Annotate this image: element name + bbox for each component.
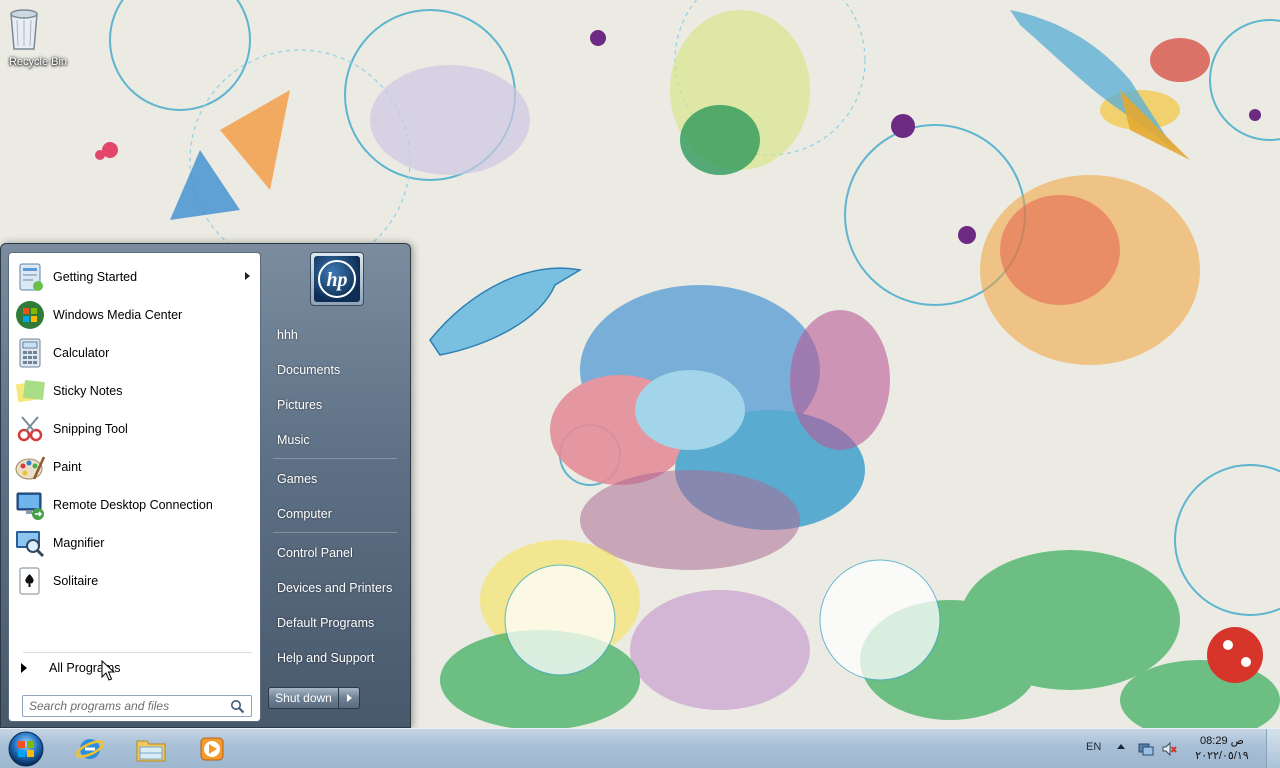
program-label: Remote Desktop Connection — [53, 498, 213, 512]
windows-media-center-icon — [14, 299, 46, 331]
program-label: Solitaire — [53, 574, 99, 588]
link-control-panel[interactable]: Control Panel — [265, 536, 405, 571]
network-icon[interactable] — [1138, 741, 1154, 757]
program-paint[interactable]: Paint — [9, 448, 260, 486]
program-label: Sticky Notes — [53, 384, 123, 398]
program-label: Windows Media Center — [53, 308, 183, 322]
recycle-bin-label: Recycle Bin — [8, 56, 68, 68]
program-magnifier[interactable]: Magnifier — [9, 524, 260, 562]
chevron-right-icon — [347, 694, 352, 702]
all-programs-button[interactable]: All Programs — [9, 656, 260, 680]
link-pictures[interactable]: Pictures — [265, 388, 405, 423]
taskbar-internet-explorer[interactable] — [63, 731, 117, 767]
windows-media-player-icon — [200, 737, 224, 761]
program-remote-desktop[interactable]: Remote Desktop Connection — [9, 486, 260, 524]
link-devices-and-printers[interactable]: Devices and Printers — [265, 571, 405, 606]
program-label: Magnifier — [53, 536, 105, 550]
submenu-arrow-icon[interactable] — [245, 272, 250, 280]
shutdown-button[interactable]: Shut down — [268, 687, 338, 709]
sticky-notes-icon — [14, 375, 46, 407]
search-icon[interactable] — [230, 699, 245, 714]
link-default-programs[interactable]: Default Programs — [265, 606, 405, 641]
taskbar-windows-explorer[interactable] — [124, 731, 178, 767]
svg-text:hp: hp — [326, 269, 347, 291]
link-games[interactable]: Games — [265, 462, 405, 497]
internet-explorer-icon — [75, 739, 105, 759]
menu-separator — [273, 458, 397, 459]
calculator-icon — [14, 337, 46, 369]
program-getting-started[interactable]: Getting Started — [9, 258, 260, 296]
link-music[interactable]: Music — [265, 423, 405, 458]
menu-separator — [23, 652, 252, 653]
shutdown-options-button[interactable] — [338, 687, 360, 709]
link-user-folder[interactable]: hhh — [265, 318, 405, 353]
snipping-tool-icon — [14, 413, 46, 445]
magnifier-icon — [14, 527, 46, 559]
start-menu: Getting Started Windows Media Center Cal… — [0, 243, 411, 728]
start-search-box[interactable] — [22, 695, 252, 717]
clock[interactable]: 08:29 ص ٢٠٢٢/٠٥/١٩ — [1186, 734, 1258, 764]
windows-explorer-icon — [136, 740, 166, 762]
search-input[interactable] — [29, 699, 219, 713]
menu-separator — [273, 532, 397, 533]
program-windows-media-center[interactable]: Windows Media Center — [9, 296, 260, 334]
program-label: Paint — [53, 460, 82, 474]
start-button[interactable] — [4, 730, 48, 768]
program-solitaire[interactable]: Solitaire — [9, 562, 260, 600]
taskbar-windows-media-player[interactable] — [185, 731, 239, 767]
show-desktop-button[interactable] — [1266, 729, 1280, 768]
show-hidden-icons-button[interactable] — [1117, 744, 1125, 749]
start-menu-right-links: hhh Documents Pictures Music Games Compu… — [265, 318, 405, 676]
hp-logo-icon: hp — [314, 256, 360, 302]
remote-desktop-icon — [14, 489, 46, 521]
start-menu-programs-pane: Getting Started Windows Media Center Cal… — [8, 252, 261, 722]
recycle-bin[interactable]: Recycle Bin — [4, 4, 72, 68]
getting-started-icon — [14, 261, 46, 293]
program-label: Getting Started — [53, 270, 138, 284]
link-help-and-support[interactable]: Help and Support — [265, 641, 405, 676]
link-documents[interactable]: Documents — [265, 353, 405, 388]
all-programs-arrow-icon — [21, 663, 27, 673]
user-picture[interactable]: hp — [310, 252, 364, 306]
paint-icon — [14, 451, 46, 483]
link-computer[interactable]: Computer — [265, 497, 405, 532]
language-indicator[interactable]: EN — [1086, 741, 1101, 753]
clock-date: ٢٠٢٢/٠٥/١٩ — [1195, 750, 1249, 762]
program-label: Calculator — [53, 346, 110, 360]
program-label: Snipping Tool — [53, 422, 128, 436]
windows-logo-icon — [8, 731, 44, 767]
clock-time: 08:29 ص — [1200, 735, 1244, 747]
pinned-programs-list: Getting Started Windows Media Center Cal… — [9, 258, 260, 600]
solitaire-icon — [14, 565, 46, 597]
taskbar: EN 08:29 ص ٢٠٢٢/٠٥/١٩ — [0, 728, 1280, 768]
recycle-bin-icon — [10, 4, 58, 52]
mouse-cursor-icon — [101, 659, 116, 682]
program-calculator[interactable]: Calculator — [9, 334, 260, 372]
volume-muted-icon[interactable] — [1161, 741, 1177, 757]
shutdown-group: Shut down — [268, 687, 360, 709]
program-sticky-notes[interactable]: Sticky Notes — [9, 372, 260, 410]
program-snipping-tool[interactable]: Snipping Tool — [9, 410, 260, 448]
